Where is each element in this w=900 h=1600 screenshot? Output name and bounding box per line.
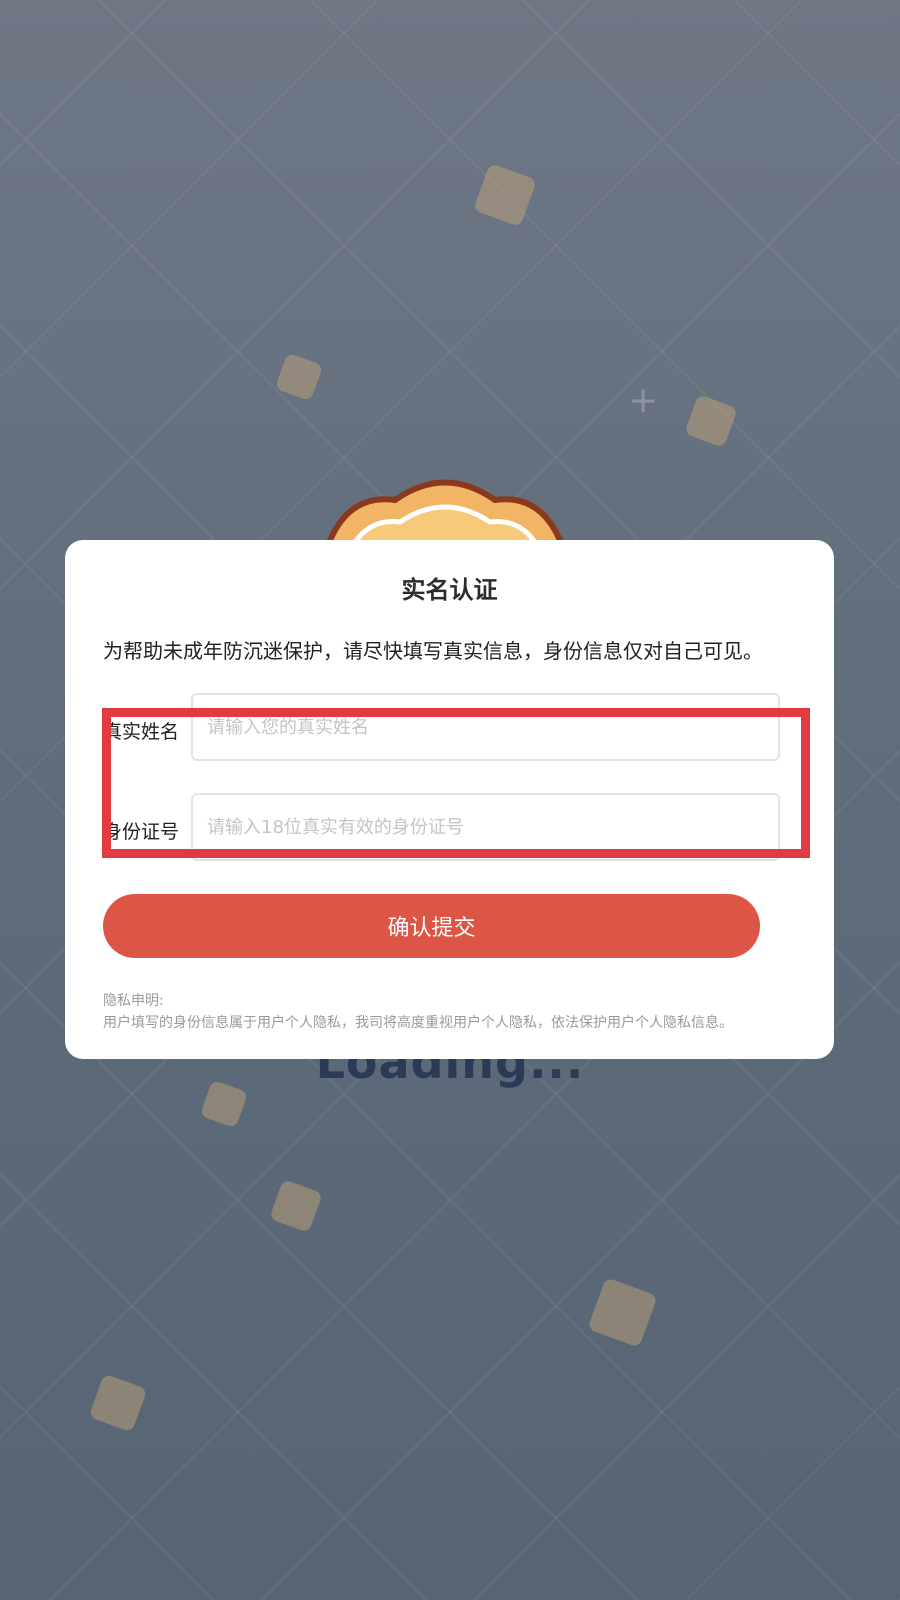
privacy-title: 隐私申明: [103, 993, 164, 1009]
sparkle-icon: + [628, 380, 659, 421]
dialog-intro: 为帮助未成年防沉迷保护，请尽快填写真实信息，身份信息仅对自己可见。 [103, 639, 763, 663]
submit-button[interactable]: 确认提交 [103, 894, 760, 958]
id-number-input[interactable] [191, 793, 780, 861]
dialog-title: 实名认证 [401, 576, 498, 604]
real-name-input[interactable] [191, 693, 780, 761]
privacy-statement: 用户填写的身份信息属于用户个人隐私，我司将高度重视用户个人隐私，依法保护用户个人… [103, 1015, 733, 1031]
id-field-label: 身份证号 [103, 821, 180, 843]
real-name-verification-dialog: 实名认证 为帮助未成年防沉迷保护，请尽快填写真实信息，身份信息仅对自己可见。 真… [65, 540, 834, 1059]
game-background: + Loading... 实名认证 为帮助未成年防沉迷保护，请尽快填写真实信息，… [0, 0, 900, 1600]
name-field-label: 真实姓名 [103, 721, 180, 743]
